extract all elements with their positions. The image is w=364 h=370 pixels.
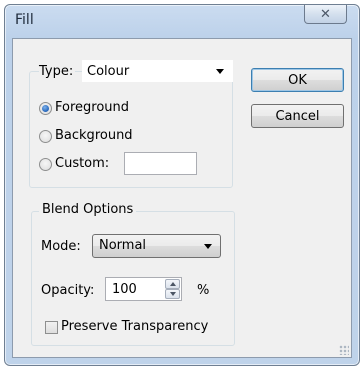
close-icon: ✕ — [320, 6, 331, 22]
opacity-spinner[interactable]: 100 — [105, 277, 182, 301]
type-dropdown[interactable]: Colour — [82, 60, 233, 82]
chevron-down-icon — [216, 69, 224, 74]
ok-button[interactable]: OK — [251, 68, 344, 92]
dialog-client-area: Type: Colour Foreground Background Custo… — [12, 38, 352, 358]
ok-button-label: OK — [288, 72, 307, 88]
radio-background[interactable] — [39, 130, 52, 143]
blend-options-legend: Blend Options — [39, 202, 137, 217]
radio-foreground[interactable] — [39, 102, 52, 115]
spin-down-button[interactable] — [165, 289, 180, 299]
spin-up-button[interactable] — [165, 279, 180, 289]
preserve-transparency-checkbox[interactable] — [45, 321, 58, 334]
opacity-spin-buttons — [165, 279, 180, 299]
type-dropdown-value: Colour — [87, 64, 130, 79]
opacity-label: Opacity: — [41, 283, 95, 298]
opacity-unit: % — [197, 283, 210, 298]
chevron-down-icon — [204, 244, 212, 249]
opacity-value: 100 — [112, 282, 137, 297]
preserve-transparency-label: Preserve Transparency — [61, 319, 209, 334]
radio-custom[interactable] — [39, 158, 52, 171]
custom-colour-field[interactable] — [124, 152, 197, 175]
spin-up-icon — [170, 282, 176, 286]
resize-grip[interactable] — [339, 345, 349, 355]
cancel-button[interactable]: Cancel — [251, 104, 344, 128]
window-title: Fill — [15, 12, 34, 28]
fill-dialog: Fill ✕ Type: Colour Foreground Backgroun… — [4, 4, 360, 366]
radio-selected-dot — [42, 105, 49, 112]
spin-down-icon — [170, 292, 176, 296]
type-label: Type: — [39, 64, 76, 79]
radio-custom-label: Custom: — [55, 156, 110, 171]
mode-label: Mode: — [41, 239, 81, 254]
radio-background-label: Background — [55, 128, 133, 143]
cancel-button-label: Cancel — [275, 108, 320, 124]
radio-foreground-label: Foreground — [55, 100, 130, 115]
mode-dropdown-value: Normal — [99, 238, 147, 253]
close-button[interactable]: ✕ — [304, 5, 347, 24]
mode-dropdown[interactable]: Normal — [92, 234, 221, 258]
